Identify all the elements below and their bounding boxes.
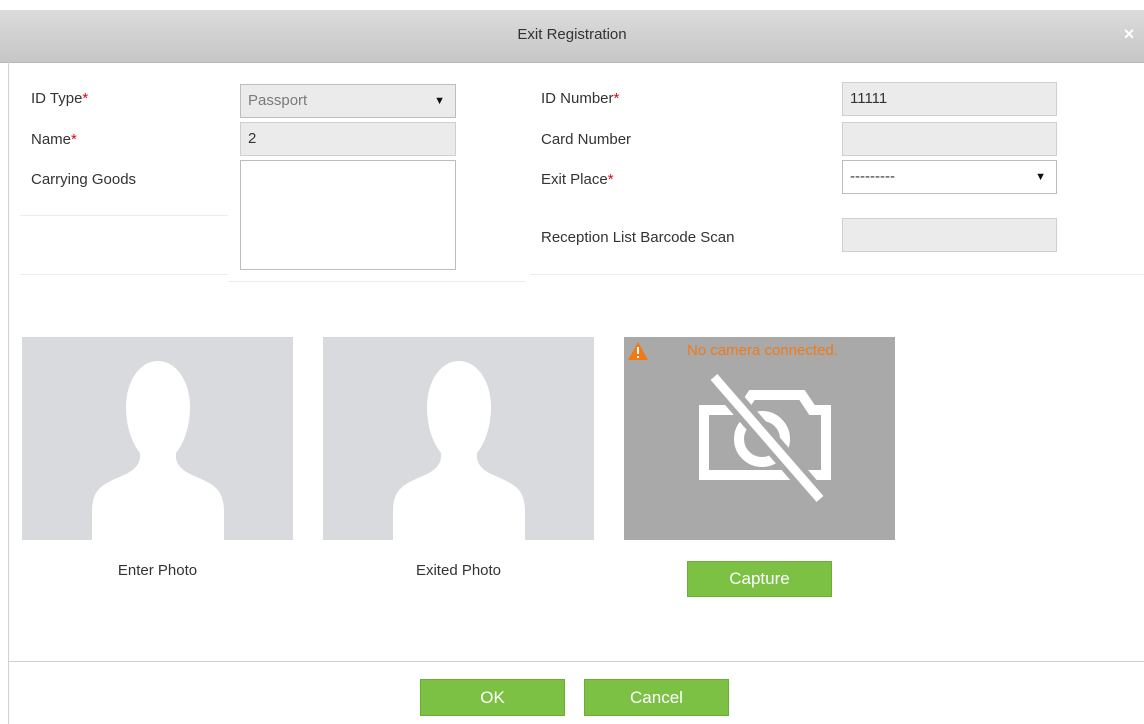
dialog-left-border	[8, 62, 9, 724]
dialog-titlebar: Exit Registration ×	[0, 10, 1144, 63]
barcode-scan-field[interactable]	[842, 218, 1057, 252]
id-number-label: ID Number*	[541, 90, 620, 107]
exit-place-value: ---------	[850, 168, 895, 185]
row-divider	[20, 274, 228, 275]
enter-photo-caption: Enter Photo	[117, 562, 198, 579]
id-type-label: ID Type*	[31, 90, 89, 107]
id-type-value: Passport	[248, 92, 308, 109]
barcode-scan-label: Reception List Barcode Scan	[541, 229, 735, 246]
required-marker: *	[82, 90, 89, 107]
camera-preview	[624, 337, 895, 540]
dialog-title: Exit Registration	[517, 26, 627, 43]
chevron-down-icon: ▼	[1035, 171, 1046, 183]
person-silhouette-icon	[393, 361, 525, 540]
camera-warning-text: No camera connected.	[687, 342, 838, 359]
capture-button[interactable]: Capture	[687, 561, 832, 597]
exited-photo	[323, 337, 594, 540]
card-number-label: Card Number	[541, 131, 632, 148]
close-icon[interactable]: ×	[1120, 24, 1138, 44]
row-divider	[228, 281, 526, 282]
name-field[interactable]: 2	[240, 122, 456, 156]
enter-photo	[22, 337, 293, 540]
chevron-down-icon: ▼	[434, 95, 445, 107]
name-label: Name*	[31, 131, 77, 148]
id-number-field[interactable]: 11111	[842, 82, 1057, 116]
row-divider	[530, 274, 1144, 275]
id-type-select[interactable]: Passport ▼	[240, 84, 456, 118]
exit-place-label: Exit Place*	[541, 171, 614, 188]
carrying-goods-label: Carrying Goods	[31, 171, 137, 188]
warning-triangle-icon	[628, 342, 648, 360]
required-marker: *	[607, 171, 614, 188]
cancel-button[interactable]: Cancel	[584, 679, 729, 716]
no-camera-icon	[699, 370, 831, 506]
footer-divider	[8, 661, 1144, 662]
person-silhouette-icon	[92, 361, 224, 540]
exited-photo-caption: Exited Photo	[415, 562, 502, 579]
carrying-goods-textarea[interactable]	[240, 160, 456, 270]
exit-registration-dialog: Exit Registration × ID Type* Passport ▼ …	[0, 0, 1144, 724]
exit-place-select[interactable]: --------- ▼	[842, 160, 1057, 194]
row-divider	[20, 215, 228, 216]
required-marker: *	[613, 90, 620, 107]
required-marker: *	[71, 131, 77, 148]
card-number-field[interactable]	[842, 122, 1057, 156]
ok-button[interactable]: OK	[420, 679, 565, 716]
